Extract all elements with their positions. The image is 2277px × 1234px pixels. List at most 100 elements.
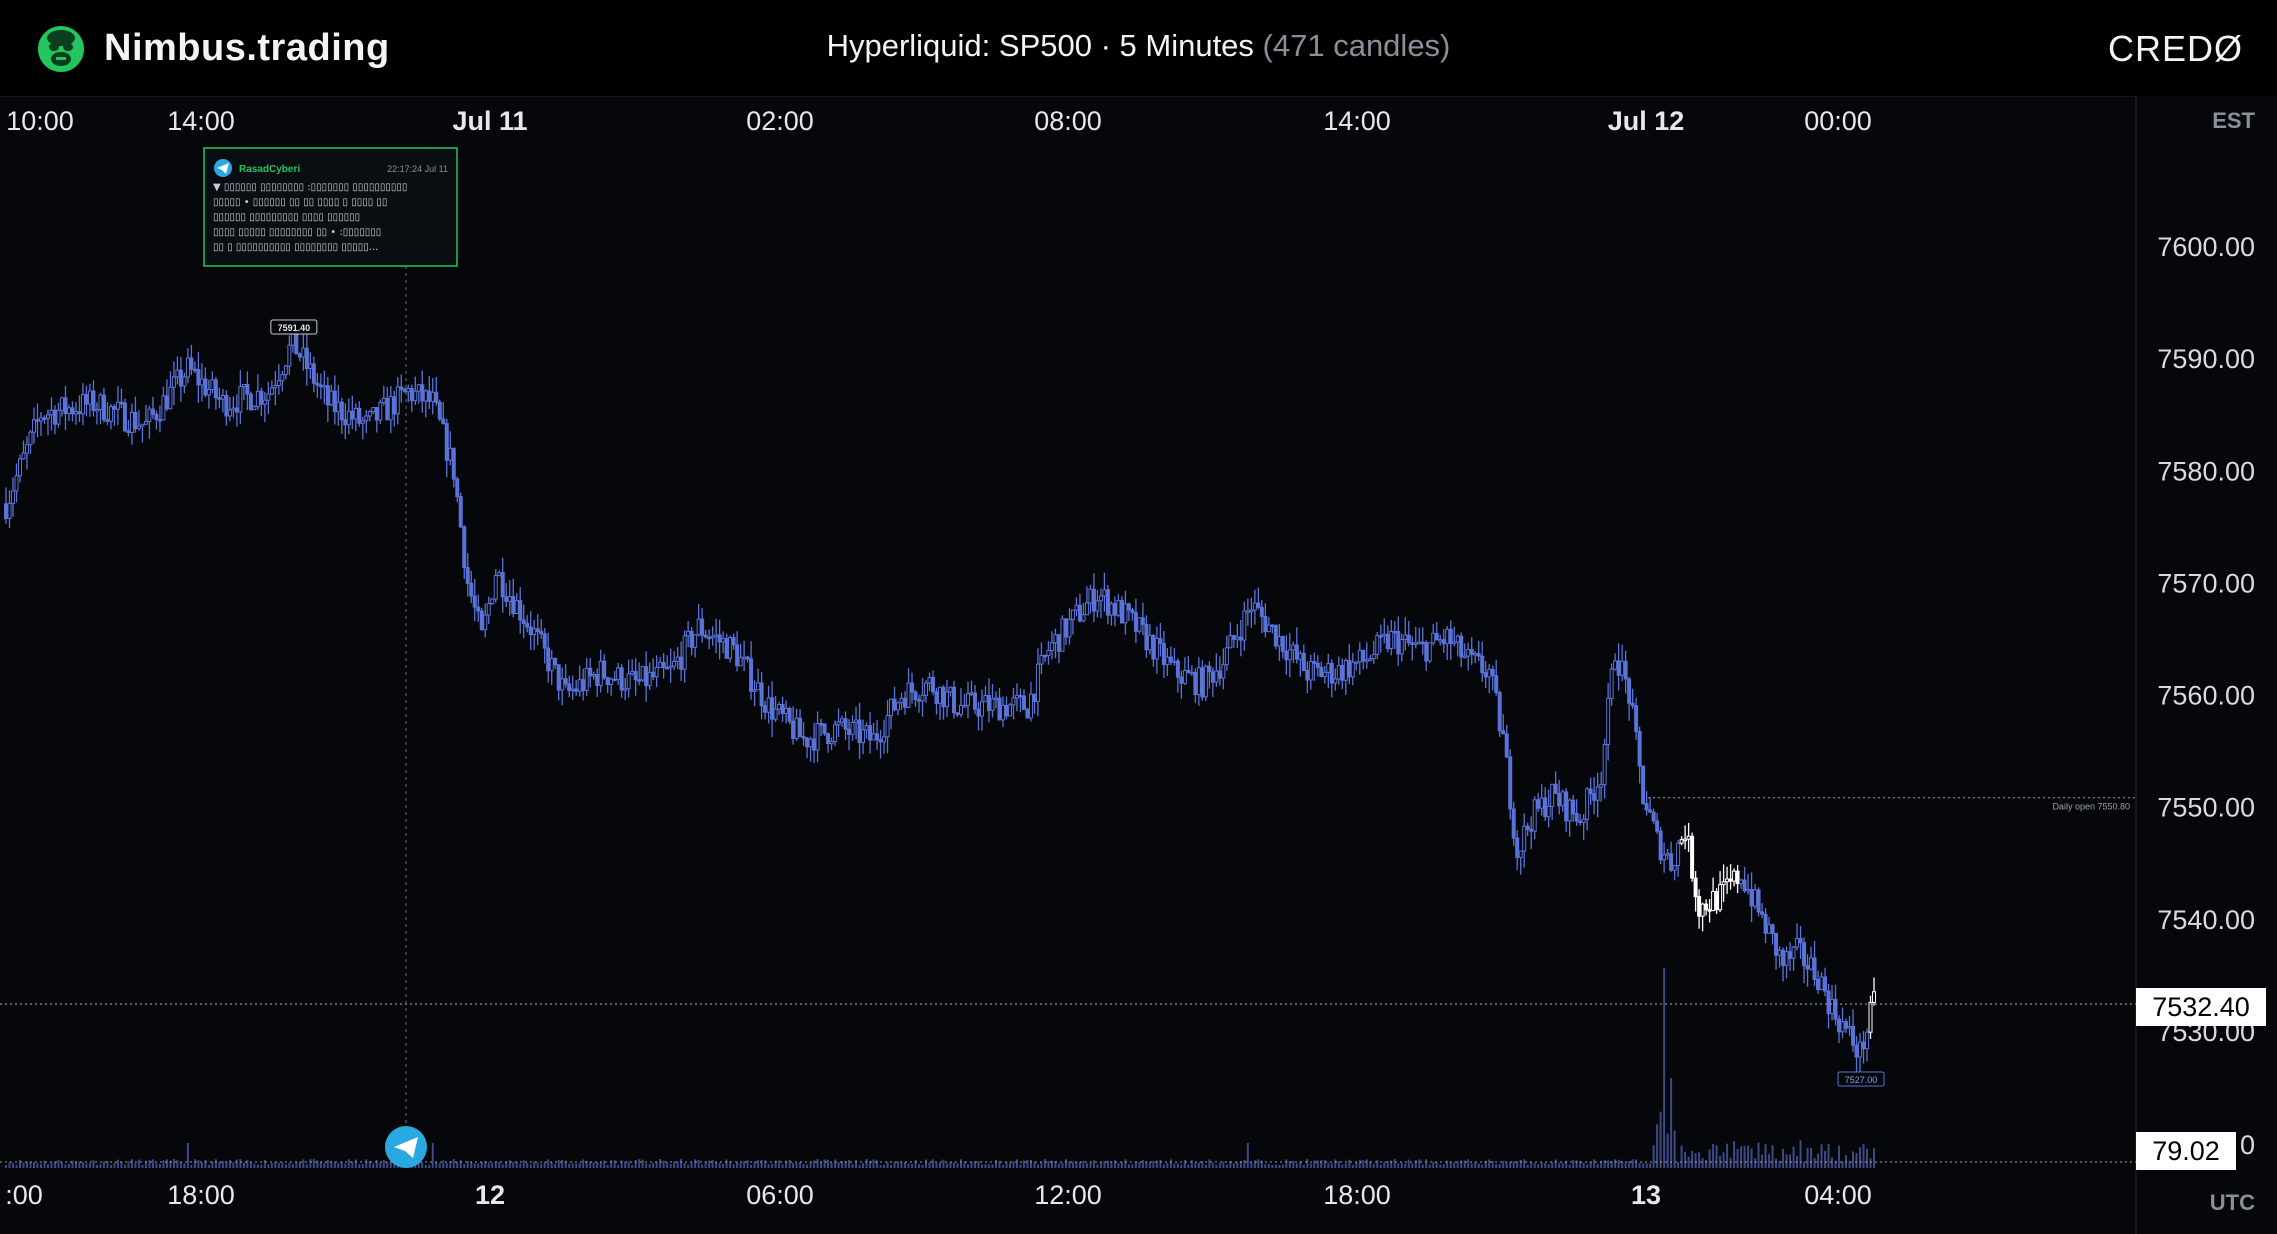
- volume-bars: [5, 968, 1876, 1168]
- candle-body: [1602, 744, 1607, 786]
- volume-bar: [876, 1160, 879, 1168]
- candle-body: [1098, 595, 1103, 602]
- volume-bar: [1341, 1164, 1344, 1168]
- candle-body: [1858, 1041, 1863, 1058]
- candle-body: [749, 658, 754, 692]
- volume-bar: [1743, 1146, 1746, 1168]
- volume-bar: [1166, 1163, 1169, 1168]
- volume-bar: [1488, 1159, 1491, 1168]
- candle-body: [234, 407, 239, 413]
- candle-body: [1042, 654, 1047, 658]
- volume-bar: [1309, 1163, 1312, 1168]
- candle-body: [955, 712, 960, 715]
- volume-bar: [85, 1163, 88, 1168]
- candle-body: [630, 671, 635, 675]
- volume-bar: [1061, 1162, 1064, 1168]
- candle-body: [605, 677, 610, 685]
- candle-body: [1511, 808, 1516, 839]
- volume-bar: [820, 1161, 823, 1168]
- candle-body: [203, 378, 208, 396]
- volume-bar: [372, 1163, 375, 1168]
- candle-body: [693, 634, 698, 648]
- candle-body: [1011, 697, 1016, 706]
- volume-bar: [295, 1161, 298, 1168]
- volume-bar: [1316, 1160, 1319, 1168]
- candle-body: [1249, 609, 1254, 613]
- top-time-tick: Jul 11: [452, 106, 527, 136]
- candle-body: [612, 678, 617, 682]
- candle-body: [416, 384, 421, 392]
- telegram-bubble[interactable]: [385, 1126, 427, 1168]
- candle-body: [581, 679, 586, 692]
- candle-body: [1158, 637, 1163, 644]
- volume-bar: [813, 1160, 816, 1168]
- volume-bar: [1491, 1161, 1494, 1168]
- volume-bar: [883, 1164, 886, 1168]
- volume-bar: [204, 1159, 207, 1168]
- volume-bar: [578, 1163, 581, 1168]
- telegram-message-line: ▯▯▯▯▯ • ▯▯▯▯▯▯ ▯▯ ▯▯ ▯▯▯▯ ▯ ▯▯▯▯ ▯▯: [213, 197, 387, 208]
- volume-bar: [1057, 1163, 1060, 1168]
- top-time-tick: 10:00: [6, 106, 74, 136]
- volume-bar: [970, 1161, 973, 1168]
- candle-body: [1501, 730, 1506, 735]
- volume-bar: [809, 1161, 812, 1168]
- candle-body: [175, 369, 180, 378]
- volume-bar: [690, 1162, 693, 1168]
- candle-body: [476, 606, 481, 612]
- volume-bar: [858, 1164, 861, 1168]
- axis-panel: [2136, 96, 2277, 1234]
- price-chart[interactable]: 10:00 14:00 Jul 11 02:00 08:00 14:00 Jul 12 00:…: [0, 96, 2277, 1234]
- candle-body: [1721, 881, 1726, 886]
- candle-body: [1179, 676, 1184, 684]
- volume-bar: [834, 1159, 837, 1168]
- top-time-tick: 00:00: [1804, 106, 1872, 136]
- candle-body: [1294, 644, 1299, 660]
- volume-bar: [732, 1164, 735, 1168]
- volume-bar: [1775, 1158, 1778, 1168]
- volume-bar: [235, 1159, 238, 1168]
- candle-body: [185, 357, 190, 378]
- candle-body: [1819, 976, 1824, 990]
- candle-body: [938, 686, 943, 704]
- candle-body: [549, 657, 554, 672]
- candle-body: [794, 717, 799, 740]
- telegram-message-card[interactable]: RasadCyberi 22:17:24 Jul 11 ▼ ▯▯▯▯▯▯ ▯▯▯▯▯…: [203, 147, 458, 267]
- volume-bar: [172, 1159, 175, 1168]
- volume-bar: [1705, 1160, 1708, 1168]
- telegram-message-line: ▼ ▯▯▯▯▯▯ ▯▯▯▯▯▯▯▯ :▯▯▯▯▯▯▯ ▯▯▯▯▯▯▯▯▯▯: [213, 182, 407, 193]
- volume-bar: [519, 1163, 522, 1168]
- candle-body: [1777, 949, 1782, 956]
- volume-bar: [872, 1159, 875, 1168]
- candle-body: [140, 423, 145, 427]
- candle-body: [45, 414, 50, 419]
- candle-body: [1560, 791, 1565, 807]
- candle-body: [640, 666, 645, 681]
- candle-body: [1221, 664, 1226, 679]
- volume-bar: [1586, 1164, 1589, 1168]
- candle-body: [112, 406, 117, 410]
- low-marker-label: 7527.00: [1845, 1075, 1878, 1085]
- candle-body: [784, 707, 789, 715]
- volume-bar: [256, 1164, 259, 1168]
- candle-body: [567, 683, 572, 692]
- candle-body: [1007, 704, 1012, 717]
- volume-bar: [1519, 1159, 1522, 1168]
- candle-body: [710, 635, 715, 639]
- candle-body: [532, 628, 537, 635]
- candle-body: [427, 390, 432, 402]
- candle-body: [1550, 783, 1555, 807]
- volume-bar: [599, 1162, 602, 1168]
- volume-bar: [386, 1162, 389, 1168]
- volume-bar: [1533, 1163, 1536, 1168]
- candle-body: [462, 526, 467, 569]
- volume-bar: [942, 1159, 945, 1168]
- candle-body: [504, 596, 509, 602]
- candle-body: [553, 657, 558, 666]
- volume-bar: [1687, 1156, 1690, 1168]
- volume-bar: [1127, 1164, 1130, 1168]
- volume-bar: [956, 1163, 959, 1168]
- candle-body: [521, 619, 526, 624]
- volume-bar: [32, 1162, 35, 1168]
- candle-body: [1700, 903, 1705, 917]
